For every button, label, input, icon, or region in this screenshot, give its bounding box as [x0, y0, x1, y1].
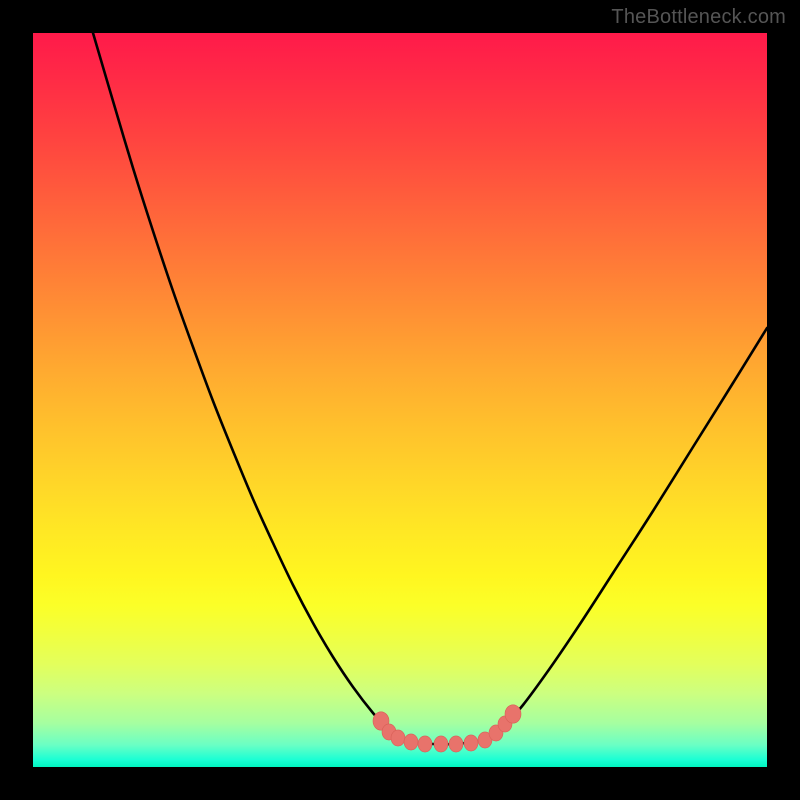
curve-marker-dot [404, 734, 418, 750]
plot-area [33, 33, 767, 767]
curve-marker-dot [434, 736, 448, 752]
curve-layer [33, 33, 767, 767]
curve-marker-dot [505, 705, 521, 723]
curve-marker-dot [418, 736, 432, 752]
curve-marker-dot [391, 730, 405, 746]
watermark-text: TheBottleneck.com [611, 6, 786, 29]
bottleneck-curve [93, 33, 767, 744]
curve-marker-dot [449, 736, 463, 752]
bottom-marker-group [373, 705, 521, 752]
outer-frame: TheBottleneck.com [0, 0, 800, 800]
curve-marker-dot [464, 735, 478, 751]
